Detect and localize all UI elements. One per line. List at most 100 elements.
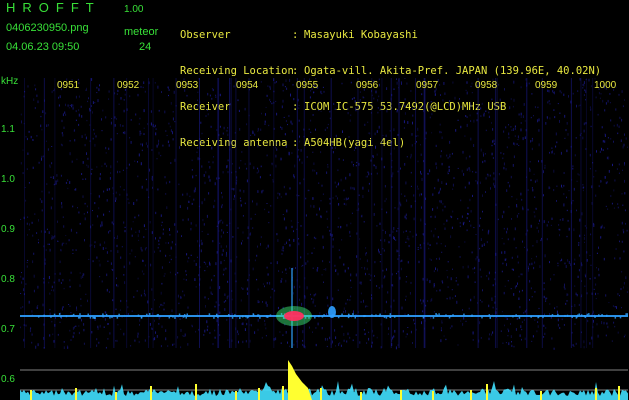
- echo-core: [284, 311, 304, 321]
- echo-secondary: [328, 306, 336, 318]
- carrier-speckle: [247, 315, 250, 318]
- carrier-speckle: [588, 313, 590, 316]
- carrier-speckle: [239, 316, 241, 319]
- meteor-peak: [400, 390, 402, 400]
- carrier-speckle: [89, 316, 92, 319]
- carrier-speckle: [79, 313, 81, 316]
- carrier-speckle: [227, 314, 230, 317]
- x-tick-0953: 0953: [176, 80, 199, 91]
- carrier-speckle: [407, 314, 410, 317]
- carrier-speckle: [60, 315, 62, 318]
- carrier-speckle: [94, 316, 96, 319]
- carrier-speckle: [53, 313, 56, 316]
- carrier-speckle: [626, 313, 628, 316]
- meteor-peak: [595, 388, 597, 400]
- carrier-speckle: [578, 313, 581, 316]
- carrier-speckle: [594, 315, 596, 318]
- carrier-speckle: [170, 314, 172, 317]
- meteor-count: 24: [139, 41, 152, 53]
- meteor-peak: [618, 386, 620, 400]
- meteor-peak: [235, 391, 237, 400]
- carrier-speckle: [350, 315, 352, 318]
- carrier-speckle: [213, 316, 215, 319]
- meteor-peak: [320, 388, 322, 400]
- carrier-speckle: [186, 313, 188, 316]
- y-tick-0-7: 0.7: [1, 324, 15, 335]
- x-tick-0958: 0958: [475, 80, 498, 91]
- x-tick-0959: 0959: [535, 80, 558, 91]
- carrier-speckle: [584, 316, 587, 319]
- carrier-speckle: [79, 316, 81, 319]
- carrier-speckle: [389, 313, 392, 316]
- carrier-speckle: [265, 315, 268, 318]
- carrier-speckle: [445, 314, 447, 317]
- carrier-speckle: [378, 314, 381, 317]
- carrier-speckle: [58, 313, 61, 316]
- app-title: HROFFT: [6, 0, 101, 15]
- spectrogram-canvas: [20, 78, 628, 400]
- x-tick-1000: 1000: [594, 80, 617, 91]
- carrier-speckle: [321, 315, 324, 318]
- carrier-speckle: [185, 316, 187, 319]
- location-label: Receiving Location: [180, 65, 294, 77]
- carrier-speckle: [515, 314, 517, 317]
- carrier-speckle: [71, 314, 74, 317]
- carrier-speckle: [438, 313, 440, 316]
- carrier-speckle: [172, 315, 174, 318]
- x-tick-0951: 0951: [57, 80, 80, 91]
- carrier-speckle: [87, 313, 89, 316]
- carrier-speckle: [77, 316, 80, 319]
- carrier-speckle: [347, 313, 350, 316]
- meteor-peak: [432, 391, 434, 400]
- carrier-speckle: [318, 315, 320, 318]
- x-tick-0952: 0952: [117, 80, 140, 91]
- meteor-peak: [360, 392, 362, 400]
- hrofft-window: HROFFT 1.00 0406230950.png meteor 04.06.…: [0, 0, 629, 400]
- carrier-speckle: [352, 313, 354, 316]
- y-tick-1-0: 1.0: [1, 174, 15, 185]
- carrier-speckle: [148, 313, 151, 316]
- x-tick-0955: 0955: [296, 80, 319, 91]
- carrier-speckle: [231, 316, 234, 319]
- carrier-speckle: [571, 315, 573, 318]
- carrier-speckle: [614, 316, 617, 319]
- carrier-speckle: [537, 315, 540, 318]
- file-name: 0406230950.png: [6, 22, 89, 34]
- carrier-speckle: [156, 314, 159, 317]
- carrier-speckle: [102, 315, 104, 318]
- carrier-speckle: [375, 314, 377, 317]
- carrier-speckle: [512, 315, 514, 318]
- carrier-speckle: [606, 314, 608, 317]
- noise-layer: [20, 78, 628, 350]
- y-tick-0-9: 0.9: [1, 224, 15, 235]
- carrier-speckle: [137, 314, 140, 317]
- carrier-speckle: [116, 316, 119, 319]
- carrier-speckle: [489, 316, 491, 319]
- carrier-speckle: [234, 314, 236, 317]
- carrier-speckle: [393, 315, 396, 318]
- carrier-speckle: [518, 316, 521, 319]
- carrier-speckle: [586, 313, 589, 316]
- carrier-speckle: [347, 316, 350, 319]
- meteor-peak: [282, 386, 284, 400]
- meteor-peak: [540, 391, 542, 400]
- carrier-speckle: [551, 314, 554, 317]
- carrier-speckle: [463, 313, 465, 316]
- carrier-speckle: [102, 313, 104, 316]
- carrier-speckle: [168, 316, 171, 319]
- location-value: Ogata-vill. Akita-Pref. JAPAN (139.96E, …: [304, 65, 602, 77]
- carrier-speckle: [182, 315, 185, 318]
- x-tick-0954: 0954: [236, 80, 259, 91]
- carrier-speckle: [174, 316, 176, 319]
- carrier-speckle: [269, 314, 272, 317]
- carrier-speckle: [314, 316, 316, 319]
- carrier-speckle: [323, 314, 325, 317]
- carrier-speckle: [146, 313, 148, 316]
- carrier-speckle: [337, 316, 340, 319]
- carrier-speckle: [208, 313, 211, 316]
- observer-value: Masayuki Kobayashi: [304, 29, 418, 41]
- carrier-speckle: [118, 313, 120, 316]
- carrier-speckle: [542, 316, 544, 319]
- carrier-speckle: [619, 316, 622, 319]
- carrier-speckle: [259, 316, 261, 319]
